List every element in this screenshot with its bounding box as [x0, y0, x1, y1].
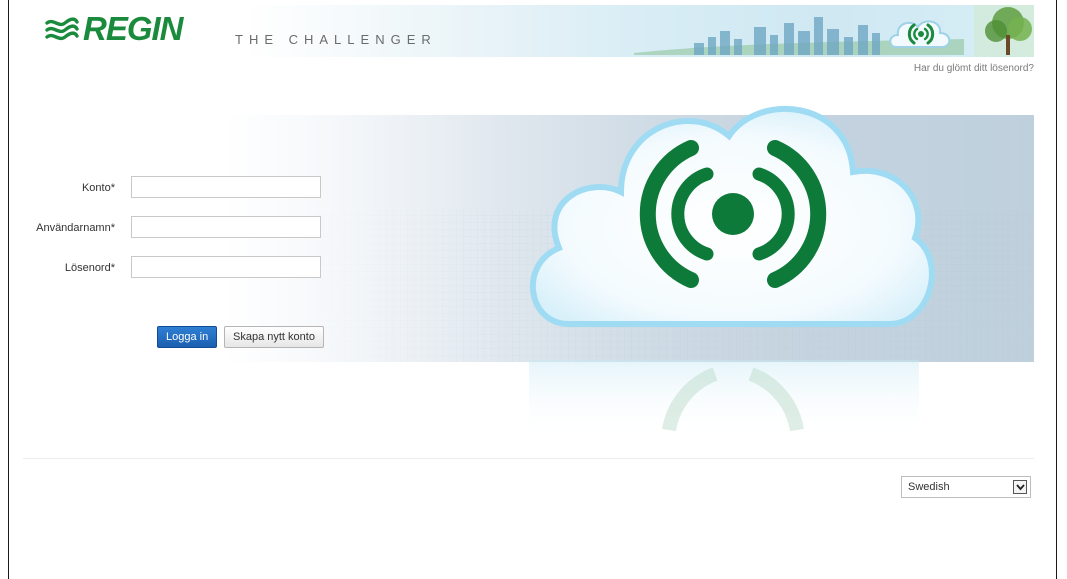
footer-divider — [23, 458, 1034, 459]
regin-logo-waves-icon — [45, 17, 79, 41]
cloud-badge-icon — [889, 20, 951, 48]
login-button[interactable]: Logga in — [157, 326, 218, 348]
cloud-signal-icon — [529, 105, 935, 327]
password-label: Lösenord* — [64, 262, 115, 274]
account-label: Konto* — [81, 182, 115, 194]
language-select-value: Swedish — [908, 481, 950, 493]
tagline: THE CHALLENGER — [235, 32, 437, 47]
tree-icon — [974, 5, 1034, 57]
password-input[interactable] — [131, 256, 321, 278]
chevron-down-icon[interactable] — [1013, 480, 1027, 494]
cloud-reflection-icon — [529, 360, 919, 440]
language-select[interactable]: Swedish — [901, 476, 1031, 498]
logo-text: REGIN — [83, 10, 184, 47]
create-account-button[interactable]: Skapa nytt konto — [224, 326, 324, 348]
login-page: REGIN THE CHALLENGER Har du glömt ditt l… — [8, 0, 1057, 579]
account-input[interactable] — [131, 176, 321, 198]
forgot-password-link[interactable]: Har du glömt ditt lösenord? — [914, 63, 1034, 74]
username-input[interactable] — [131, 216, 321, 238]
regin-logo: REGIN — [45, 10, 184, 47]
header-banner: REGIN THE CHALLENGER — [23, 5, 1034, 57]
username-label: Användarnamn* — [36, 222, 115, 234]
